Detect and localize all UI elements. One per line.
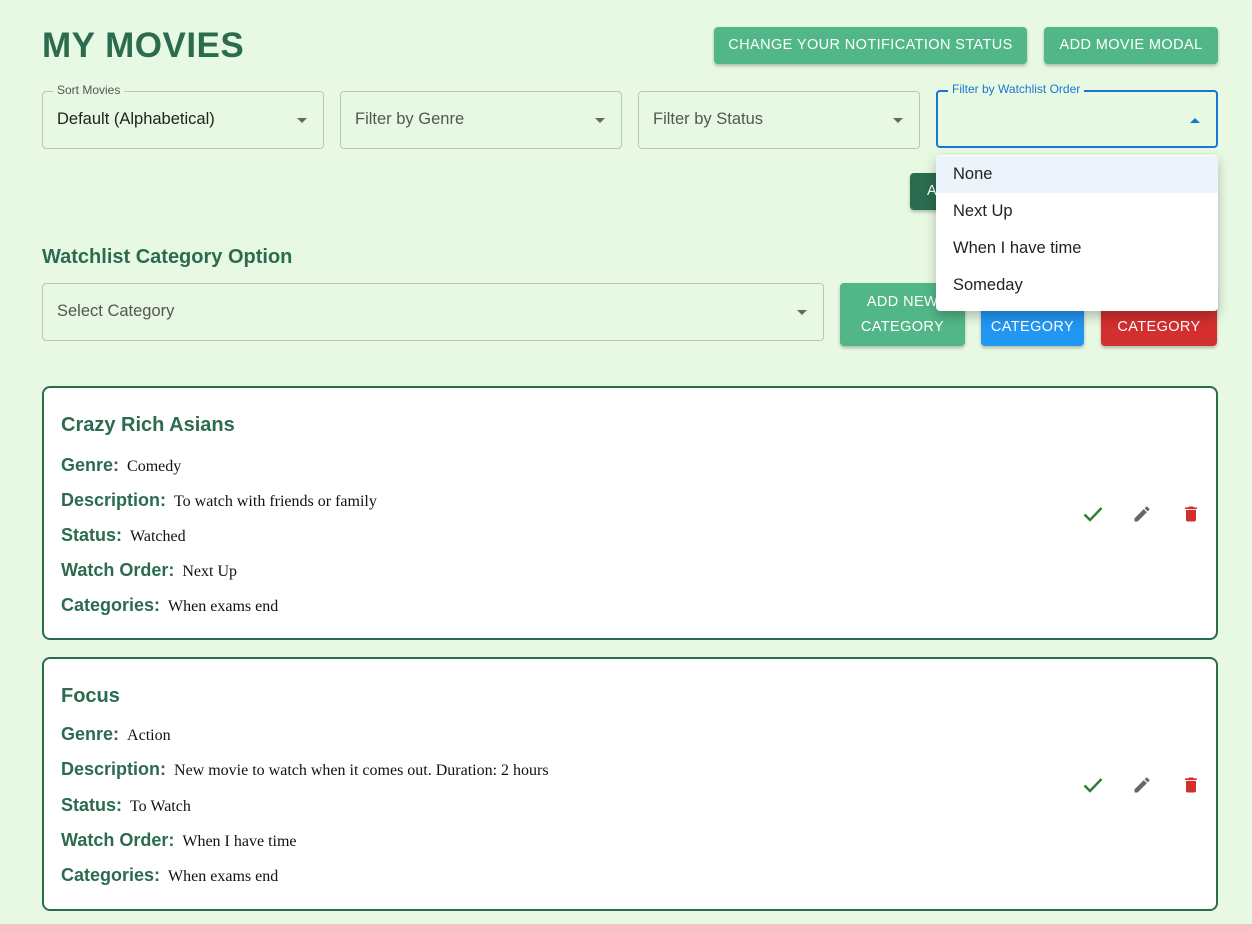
- movie-categories-row: Categories: When exams end: [61, 865, 278, 886]
- genre-label: Genre:: [61, 455, 120, 475]
- pencil-icon[interactable]: [1130, 502, 1153, 525]
- movie-watch-order-row: Watch Order: When I have time: [61, 830, 297, 851]
- footer-strip: [0, 924, 1252, 931]
- chevron-up-icon: [1190, 118, 1200, 123]
- description-label: Description:: [61, 490, 167, 510]
- add-category-button-line1: ADD NEW: [866, 293, 939, 310]
- movie-categories-row: Categories: When exams end: [61, 595, 278, 616]
- status-value: Watched: [130, 528, 186, 545]
- movie-status-row: Status: Watched: [61, 525, 186, 546]
- dropdown-option-next-up[interactable]: Next Up: [936, 193, 1218, 230]
- watch-order-filter-select[interactable]: Filter by Watchlist Order: [936, 82, 1218, 148]
- notification-status-button[interactable]: CHANGE YOUR NOTIFICATION STATUS: [714, 27, 1027, 64]
- category-select[interactable]: Select Category: [42, 283, 824, 341]
- movie-description-row: Description: New movie to watch when it …: [61, 759, 549, 780]
- categories-value: When exams end: [168, 868, 279, 885]
- status-label: Status:: [61, 525, 123, 545]
- dropdown-option-when-i-have-time[interactable]: When I have time: [936, 230, 1218, 267]
- categories-value: When exams end: [168, 598, 279, 615]
- status-filter-select[interactable]: Filter by Status: [638, 91, 920, 149]
- movie-title: Focus: [61, 685, 120, 707]
- category-select-placeholder: Select Category: [57, 302, 175, 320]
- genre-value: Comedy: [127, 458, 182, 475]
- page-title: MY MOVIES: [42, 26, 245, 65]
- status-filter-placeholder: Filter by Status: [653, 110, 764, 128]
- movie-status-row: Status: To Watch: [61, 795, 191, 816]
- pencil-icon[interactable]: [1130, 773, 1153, 796]
- movie-watch-order-row: Watch Order: Next Up: [61, 560, 237, 581]
- watch-order-filter-label: Filter by Watchlist Order: [948, 82, 1085, 96]
- movie-description-row: Description: To watch with friends or fa…: [61, 490, 377, 511]
- dropdown-option-none[interactable]: None: [936, 156, 1218, 193]
- movie-card: Crazy Rich Asians Genre: Comedy Descript…: [42, 386, 1218, 640]
- genre-label: Genre:: [61, 724, 120, 744]
- sort-select[interactable]: Sort Movies Default (Alphabetical): [42, 83, 324, 149]
- status-label: Status:: [61, 795, 123, 815]
- categories-label: Categories:: [61, 595, 161, 615]
- add-movie-button[interactable]: ADD MOVIE MODAL: [1044, 27, 1218, 64]
- trash-icon[interactable]: [1179, 502, 1202, 525]
- watch-order-value: When I have time: [182, 833, 297, 850]
- status-value: To Watch: [130, 798, 191, 815]
- sort-select-label: Sort Movies: [53, 83, 125, 97]
- watch-order-dropdown-menu: None Next Up When I have time Someday: [936, 155, 1218, 311]
- check-icon[interactable]: [1081, 502, 1104, 525]
- description-value: New movie to watch when it comes out. Du…: [174, 762, 549, 779]
- category-section-title: Watchlist Category Option: [42, 246, 293, 268]
- description-label: Description:: [61, 759, 167, 779]
- watch-order-value: Next Up: [182, 563, 237, 580]
- movie-title: Crazy Rich Asians: [61, 414, 235, 436]
- trash-icon[interactable]: [1179, 773, 1202, 796]
- genre-filter-select[interactable]: Filter by Genre: [340, 91, 622, 149]
- categories-label: Categories:: [61, 865, 161, 885]
- sort-select-value: Default (Alphabetical): [57, 110, 215, 128]
- description-value: To watch with friends or family: [174, 493, 377, 510]
- dropdown-option-someday[interactable]: Someday: [936, 267, 1218, 304]
- chevron-down-icon: [893, 118, 903, 123]
- genre-filter-placeholder: Filter by Genre: [355, 110, 465, 128]
- check-icon[interactable]: [1081, 773, 1104, 796]
- movie-actions: [1081, 773, 1202, 796]
- chevron-down-icon: [297, 118, 307, 123]
- genre-value: Action: [127, 727, 171, 744]
- movie-actions: [1081, 502, 1202, 525]
- chevron-down-icon: [797, 310, 807, 315]
- movie-genre-row: Genre: Comedy: [61, 455, 181, 476]
- add-category-button-line2: CATEGORY: [860, 318, 945, 335]
- watch-order-label: Watch Order:: [61, 560, 175, 580]
- chevron-down-icon: [595, 118, 605, 123]
- movie-card: Focus Genre: Action Description: New mov…: [42, 657, 1218, 911]
- movie-genre-row: Genre: Action: [61, 724, 171, 745]
- watch-order-label: Watch Order:: [61, 830, 175, 850]
